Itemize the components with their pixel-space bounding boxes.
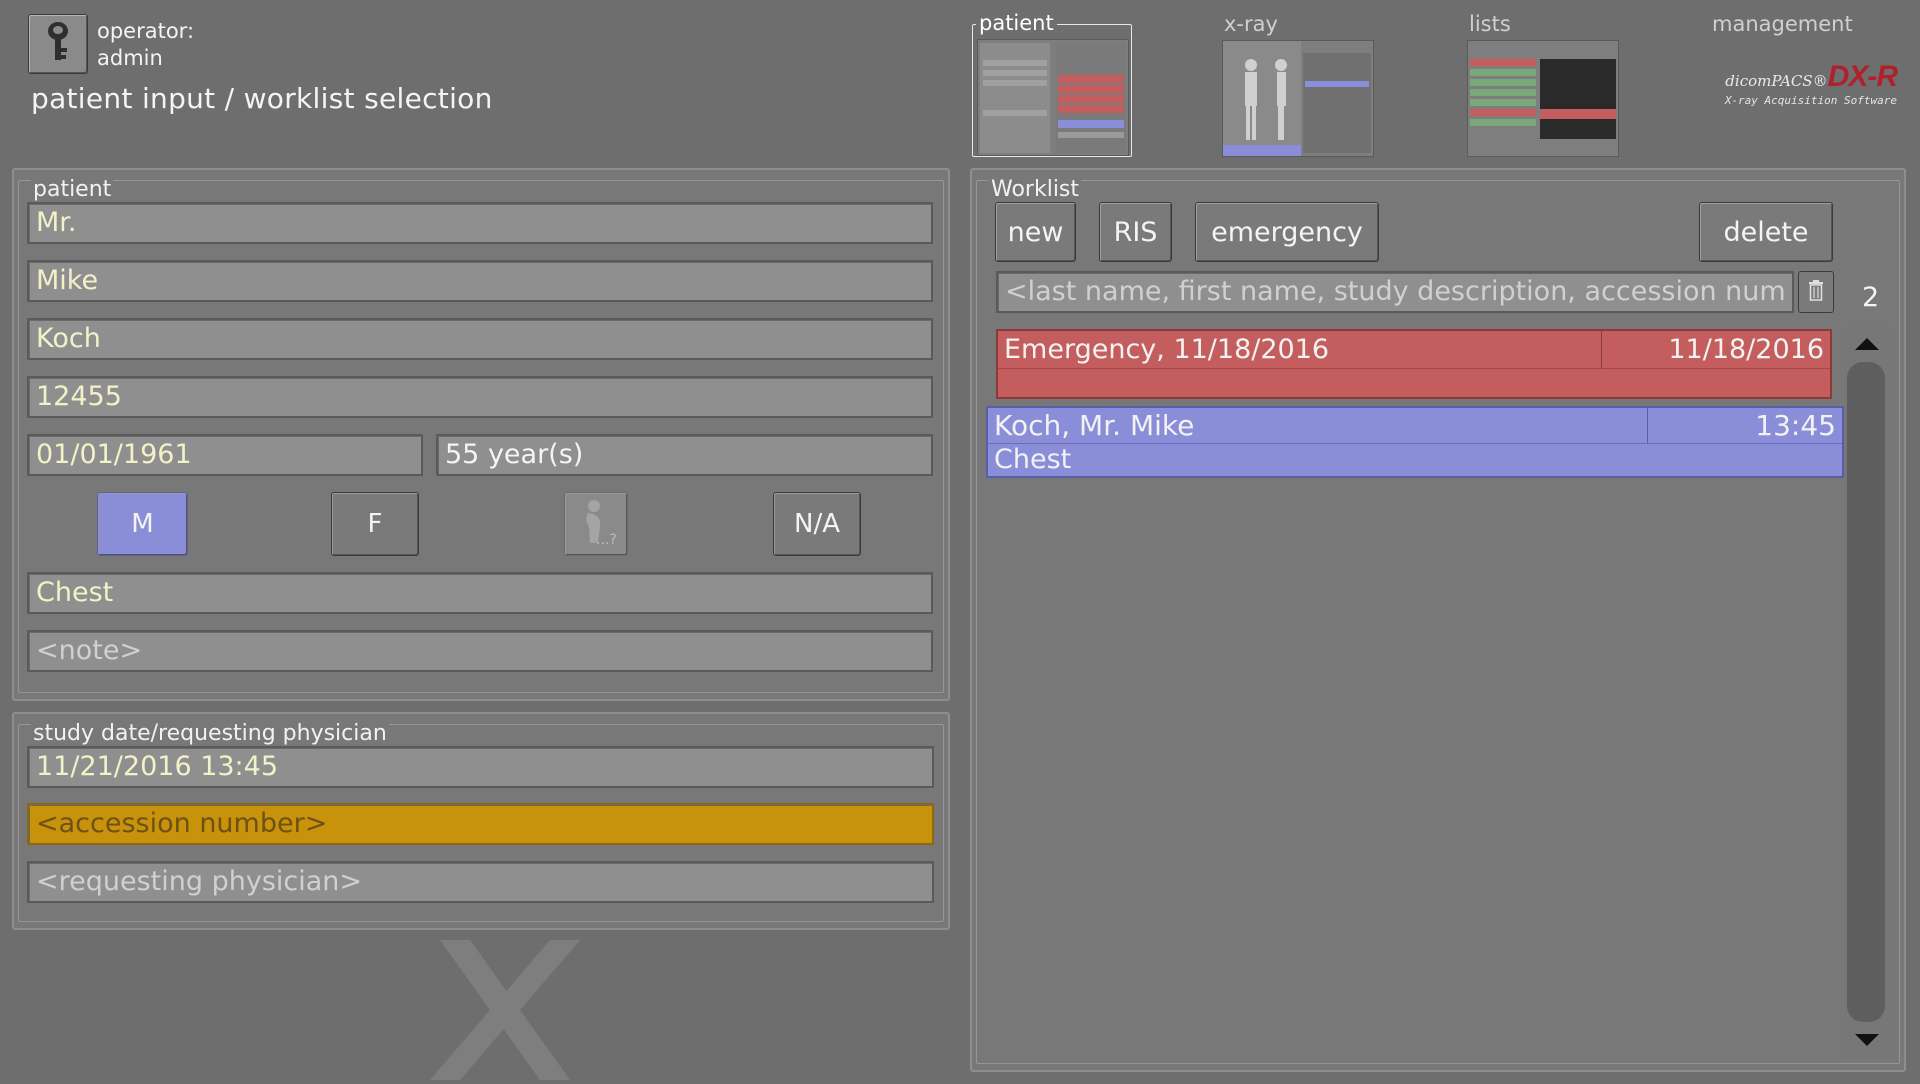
tab-lists-label: lists	[1469, 12, 1511, 36]
patient-row-description: Chest	[994, 444, 1072, 475]
tab-lists[interactable]: lists	[1463, 12, 1623, 162]
unknown-sex-glyph: ...?	[596, 532, 617, 545]
patient-row-time: 13:45	[1648, 408, 1842, 444]
emergency-button[interactable]: emergency	[1195, 202, 1379, 262]
lists-thumbnail	[1467, 40, 1619, 157]
operator-info: operator: admin	[97, 18, 194, 72]
operator-button[interactable]	[28, 14, 88, 74]
study-section-title: study date/requesting physician	[31, 721, 389, 746]
scroll-up-arrow-icon[interactable]	[1844, 326, 1890, 362]
worklist-count: 2	[1862, 282, 1880, 313]
clear-search-button[interactable]	[1798, 271, 1834, 313]
tab-x-ray[interactable]: x-ray	[1218, 12, 1378, 162]
page-title: patient input / worklist selection	[31, 82, 493, 115]
tab-management-label: management	[1712, 12, 1853, 36]
worklist-section-title: Worklist	[989, 177, 1082, 202]
tab-x-ray-label: x-ray	[1224, 12, 1278, 36]
patient-row-name: Koch, Mr. Mike	[988, 408, 1648, 444]
worklist-list: Emergency, 11/18/2016 11/18/2016 Koch, M…	[986, 326, 1846, 1058]
emergency-row-name: Emergency, 11/18/2016	[998, 331, 1602, 369]
worklist-search-input[interactable]: <last name, first name, study descriptio…	[996, 271, 1794, 313]
patient-thumbnail	[977, 39, 1129, 156]
worklist-row-patient[interactable]: Koch, Mr. Mike 13:45 Chest	[986, 406, 1844, 478]
sex-na-button[interactable]: N/A	[773, 492, 861, 556]
delete-button[interactable]: delete	[1699, 202, 1833, 262]
brand-product: DX-R	[1827, 60, 1898, 93]
operator-name: admin	[97, 46, 163, 70]
trash-icon	[1808, 279, 1824, 305]
key-icon	[43, 20, 73, 68]
background-x-watermark	[320, 920, 620, 1080]
sex-unknown-button[interactable]: ...?	[564, 492, 628, 556]
new-button[interactable]: new	[995, 202, 1076, 262]
patient-id-field[interactable]: 12455	[27, 376, 933, 418]
ris-button[interactable]: RIS	[1099, 202, 1172, 262]
last-name-field[interactable]: Koch	[27, 318, 933, 360]
emergency-row-date: 11/18/2016	[1602, 331, 1830, 369]
accession-number-field[interactable]: <accession number>	[27, 803, 934, 845]
sex-female-button[interactable]: F	[331, 492, 419, 556]
sex-male-button[interactable]: M	[97, 492, 188, 556]
scroll-track[interactable]	[1847, 362, 1885, 1022]
age-field: 55 year(s)	[436, 434, 933, 476]
requesting-physician-field[interactable]: <requesting physician>	[27, 861, 934, 903]
scroll-down-arrow-icon[interactable]	[1844, 1022, 1890, 1058]
study-date-field[interactable]: 11/21/2016 13:45	[27, 746, 934, 788]
body-part-field[interactable]: Chest	[27, 572, 933, 614]
worklist-scrollbar[interactable]	[1844, 326, 1890, 1058]
x-ray-thumbnail	[1222, 40, 1374, 157]
worklist-row-emergency[interactable]: Emergency, 11/18/2016 11/18/2016	[996, 329, 1832, 399]
birth-date-field[interactable]: 01/01/1961	[27, 434, 423, 476]
brand-tagline: X-ray Acquisition Software	[1724, 94, 1897, 107]
note-field[interactable]: <note>	[27, 630, 933, 672]
brand-logo: dicomPACS®DX-R X-ray Acquisition Softwar…	[1722, 60, 1898, 115]
first-name-field[interactable]: Mike	[27, 260, 933, 302]
brand-prefix: dicomPACS®	[1725, 72, 1828, 90]
patient-section-title: patient	[31, 177, 114, 202]
salutation-field[interactable]: Mr.	[27, 202, 933, 244]
operator-label: operator:	[97, 19, 195, 43]
tab-patient-label: patient	[976, 11, 1057, 35]
pregnancy-icon: ...?	[574, 497, 618, 552]
tab-patient[interactable]: patient	[972, 11, 1132, 157]
